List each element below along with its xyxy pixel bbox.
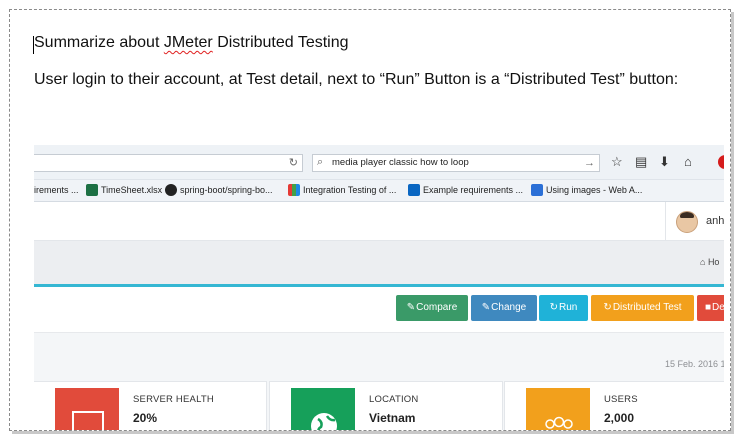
delete-label: De <box>712 302 724 313</box>
browser-search-box[interactable]: ⌕ media player classic how to loop → <box>312 154 600 172</box>
breadcrumb[interactable]: ⌂ Ho <box>700 241 719 284</box>
card-label: USERS <box>604 394 638 405</box>
compare-label: Compare <box>416 302 458 313</box>
monitor-icon <box>72 411 104 430</box>
bookmark-label: TimeSheet.xlsx <box>101 185 163 195</box>
document-paragraph: User login to their account, at Test det… <box>34 71 679 88</box>
page-subheader: ⌂ Ho <box>34 241 724 287</box>
card-label: LOCATION <box>369 394 419 405</box>
star-icon[interactable]: ☆ <box>611 155 623 169</box>
heading-text-start: Summarize about <box>34 34 164 51</box>
bookmark-item[interactable]: irements ... <box>34 180 79 201</box>
misspelled-word: JMeter <box>163 34 213 51</box>
edit-icon: ✎ <box>481 302 491 313</box>
bookmark-label: irements ... <box>34 185 79 195</box>
document-heading: Summarize about JMeter Distributed Testi… <box>34 34 349 52</box>
users-icon <box>545 416 573 429</box>
grid-icon <box>288 183 300 196</box>
run-button[interactable]: ↻Run <box>539 295 588 321</box>
timestamp: 15 Feb. 2016 11: <box>665 359 724 369</box>
reload-icon[interactable]: ↻ <box>289 155 298 171</box>
bookmark-label: spring-boot/spring-bo... <box>180 185 273 195</box>
server-health-tile <box>55 388 119 430</box>
refresh-icon: ↻ <box>603 302 612 313</box>
edit-icon: ✎ <box>406 302 416 313</box>
users-tile <box>526 388 590 430</box>
home-icon[interactable]: ⌂ <box>684 155 692 169</box>
user-menu[interactable]: anht <box>665 202 724 240</box>
action-toolbar: ✎Compare ✎Change ↻Run ↻Distributed Test … <box>34 287 724 333</box>
image-icon <box>531 183 543 196</box>
users-card[interactable]: USERS 2,000 <box>504 381 724 430</box>
address-bar[interactable]: ↻ <box>34 154 303 172</box>
excel-icon <box>86 183 98 196</box>
user-name[interactable]: anht <box>706 202 724 240</box>
breadcrumb-label: Ho <box>707 257 720 267</box>
bookmark-item[interactable]: Example requirements ... <box>408 180 523 201</box>
bookmark-item[interactable]: Using images - Web A... <box>531 180 642 201</box>
addon-icon[interactable] <box>718 155 724 169</box>
change-label: Change <box>491 302 527 313</box>
linkedin-icon <box>408 183 420 196</box>
embedded-screenshot: ↻ ⌕ media player classic how to loop → ☆… <box>34 145 724 430</box>
reading-list-icon[interactable]: ▤ <box>635 155 647 169</box>
stats-cards: SERVER HEALTH 20% LOCATION Vietnam USERS… <box>34 381 724 430</box>
distributed-test-button[interactable]: ↻Distributed Test <box>591 295 694 321</box>
globe-icon <box>311 413 337 430</box>
bookmark-label: Using images - Web A... <box>546 185 643 195</box>
server-health-card[interactable]: SERVER HEALTH 20% <box>34 381 267 430</box>
card-value: 20% <box>133 411 158 425</box>
go-arrow-icon[interactable]: → <box>584 155 595 171</box>
bookmark-label: Integration Testing of ... <box>303 185 397 195</box>
browser-toolbar: ↻ ⌕ media player classic how to loop → ☆… <box>34 145 724 180</box>
heading-text-end: Distributed Testing <box>212 34 349 51</box>
download-icon[interactable]: ⬇ <box>659 155 670 169</box>
delete-button[interactable]: ■De <box>697 295 724 321</box>
avatar[interactable] <box>676 211 698 233</box>
home-icon: ⌂ <box>700 257 708 267</box>
compare-button[interactable]: ✎Compare <box>396 295 468 321</box>
bookmarks-bar: irements ... TimeSheet.xlsx spring-boot/… <box>34 180 724 202</box>
bookmark-item[interactable]: Integration Testing of ... <box>288 180 396 201</box>
document-page: Summarize about JMeter Distributed Testi… <box>9 9 731 431</box>
github-icon <box>165 183 177 196</box>
search-icon: ⌕ <box>317 156 324 168</box>
card-value: 2,000 <box>604 411 635 425</box>
bookmark-item[interactable]: TimeSheet.xlsx <box>86 180 162 201</box>
card-label: SERVER HEALTH <box>133 394 214 405</box>
location-tile <box>291 388 355 430</box>
location-card[interactable]: LOCATION Vietnam <box>269 381 503 430</box>
card-value: Vietnam <box>369 411 416 425</box>
bookmark-label: Example requirements ... <box>423 185 524 195</box>
app-header: anht <box>34 202 724 241</box>
change-button[interactable]: ✎Change <box>471 295 537 321</box>
search-query[interactable]: media player classic how to loop <box>332 155 469 171</box>
trash-icon: ■ <box>705 302 712 313</box>
distributed-test-label: Distributed Test <box>612 302 682 313</box>
run-label: Run <box>559 302 578 313</box>
refresh-icon: ↻ <box>549 302 559 313</box>
bookmark-item[interactable]: spring-boot/spring-bo... <box>165 180 273 201</box>
